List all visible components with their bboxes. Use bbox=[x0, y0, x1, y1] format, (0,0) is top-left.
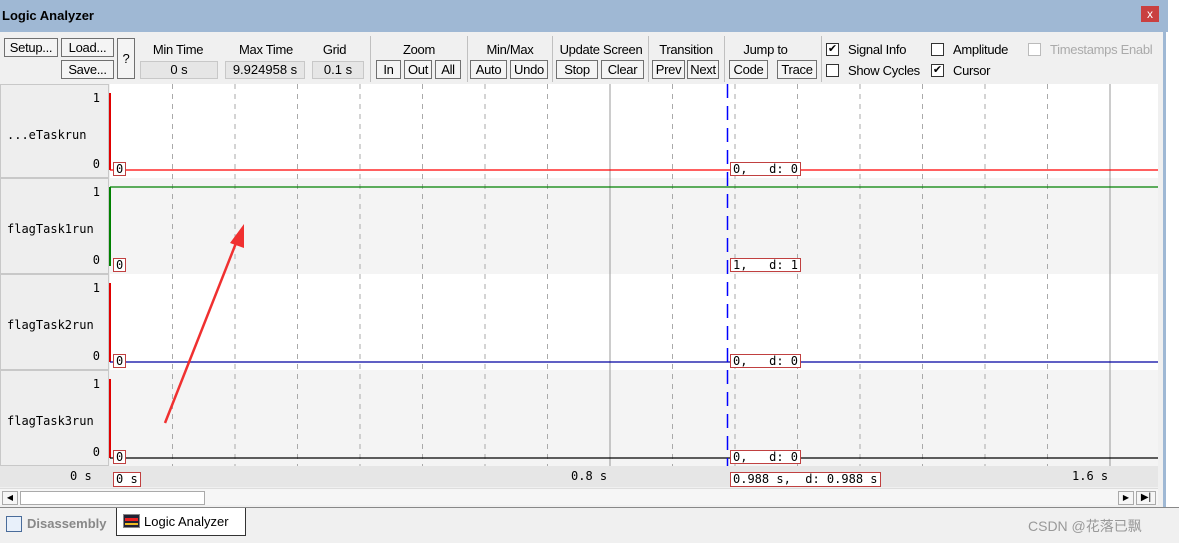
cursor-value-box: 0, d: 0 bbox=[730, 354, 802, 368]
tab-label: Disassembly bbox=[27, 516, 107, 531]
waveform-plot bbox=[109, 84, 1158, 466]
tab-disassembly[interactable]: Disassembly bbox=[4, 514, 114, 536]
tab-label: Logic Analyzer bbox=[144, 514, 229, 529]
scrollbar-thumb[interactable] bbox=[20, 491, 205, 505]
tick-0-8: 0.8 s bbox=[571, 469, 608, 483]
scroll-end-icon[interactable]: ▶| bbox=[1136, 491, 1156, 505]
scroll-left-arrow-icon[interactable]: ◀ bbox=[2, 491, 18, 505]
cursor-value-box: 1, d: 1 bbox=[730, 258, 802, 272]
annotation-arrow-head bbox=[230, 224, 244, 248]
disassembly-icon bbox=[6, 516, 22, 532]
tick-1-6: 1.6 s bbox=[1072, 469, 1109, 483]
start-value-box: 0 bbox=[113, 354, 127, 368]
watermark: CSDN @花落已飘 bbox=[1028, 518, 1142, 534]
scroll-right-arrow-icon[interactable]: ▶ bbox=[1118, 491, 1134, 505]
tab-bar: Disassembly Logic Analyzer CSDN @花落已飘 bbox=[0, 507, 1179, 543]
start-value-box: 0 bbox=[113, 258, 127, 272]
horizontal-scrollbar[interactable]: ◀ ▶ ▶| bbox=[0, 488, 1158, 505]
axis-left-label: 0 s bbox=[70, 469, 92, 483]
logic-analyzer-icon bbox=[123, 514, 140, 528]
start-value-box: 0 bbox=[113, 450, 127, 464]
cursor-value-box: 0, d: 0 bbox=[730, 450, 802, 464]
start-time-box: 0 s bbox=[113, 472, 141, 487]
cursor-value-box: 0, d: 0 bbox=[730, 162, 802, 176]
tab-logic-analyzer[interactable]: Logic Analyzer bbox=[116, 508, 246, 536]
annotation-arrow bbox=[163, 237, 240, 424]
start-value-box: 0 bbox=[113, 162, 127, 176]
cursor-time-box: 0.988 s, d: 0.988 s bbox=[730, 472, 881, 487]
